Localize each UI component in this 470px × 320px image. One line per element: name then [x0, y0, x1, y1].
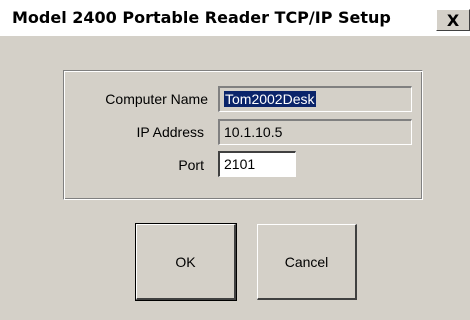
window-title: Model 2400 Portable Reader TCP/IP Setup: [12, 8, 391, 27]
computer-name-field[interactable]: Tom2002Desk: [218, 86, 412, 112]
title-bar: Model 2400 Portable Reader TCP/IP Setup …: [0, 0, 470, 36]
close-icon: X: [446, 10, 460, 30]
ok-button[interactable]: OK: [135, 223, 237, 301]
cancel-button[interactable]: Cancel: [257, 224, 357, 300]
port-value: 2101: [224, 156, 256, 172]
computer-name-value: Tom2002Desk: [224, 91, 316, 107]
computer-name-label: Computer Name: [105, 91, 208, 107]
port-input[interactable]: 2101: [218, 151, 296, 177]
close-button[interactable]: X: [436, 9, 470, 31]
ok-button-label: OK: [175, 253, 196, 270]
port-label: Port: [178, 157, 204, 173]
setup-dialog: Model 2400 Portable Reader TCP/IP Setup …: [0, 0, 470, 320]
cancel-button-label: Cancel: [284, 253, 329, 270]
ip-address-value: 10.1.10.5: [224, 124, 283, 140]
ip-address-label: IP Address: [136, 124, 204, 140]
ip-address-field[interactable]: 10.1.10.5: [218, 119, 412, 145]
